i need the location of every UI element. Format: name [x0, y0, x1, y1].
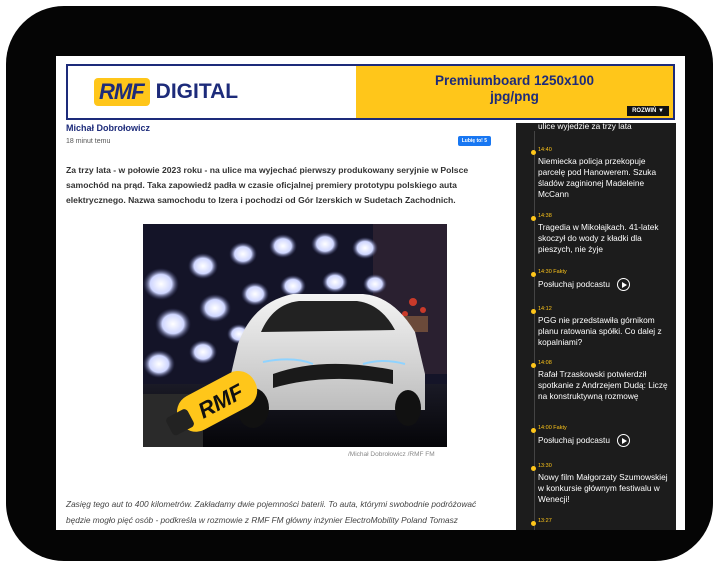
news-time: 13:30 [538, 463, 552, 469]
premium-ad-banner[interactable]: RMF DIGITAL Premiumboard 1250x100 jpg/pn… [66, 64, 675, 120]
sidebar-podcast-item[interactable]: 14:00 Fakty Posłuchaj podcastu [531, 425, 670, 447]
news-time: 14:00 Fakty [538, 425, 567, 431]
play-icon[interactable] [616, 278, 630, 291]
article-author[interactable]: Michał Dobrołowicz [66, 123, 503, 133]
rmf-digital-logo[interactable]: RMF DIGITAL [94, 78, 238, 106]
rmf-logo-badge: RMF [94, 78, 150, 106]
timeline-dot [531, 521, 536, 526]
news-title[interactable]: Niemiecka policja przekopuje parcelę pod… [538, 156, 670, 200]
photo-caption: /Michał Dobrołowicz /RMF FM [348, 451, 435, 458]
timeline-dot [531, 309, 536, 314]
sidebar-news-item[interactable]: 14:12 PGG nie przedstawiła górnikom plan… [531, 306, 670, 348]
article-body: Zasięg tego aut to 400 kilometrów. Zakła… [66, 496, 506, 528]
news-time: 14:30 Fakty [538, 269, 567, 275]
rmf-logo-text: DIGITAL [155, 80, 239, 103]
news-title[interactable]: Rafał Trzaskowski potwierdził spotkanie … [538, 369, 670, 402]
timeline-dot [531, 363, 536, 368]
tablet-frame: RMF DIGITAL Premiumboard 1250x100 jpg/pn… [6, 6, 713, 561]
sidebar-news-item[interactable]: 13:27 [531, 518, 670, 527]
ad-format-label: jpg/png [490, 89, 539, 104]
expand-button[interactable]: ROZWIŃ ▼ [627, 106, 669, 116]
sidebar-podcast-item[interactable]: 14:30 Fakty Posłuchaj podcastu [531, 269, 670, 291]
screen: RMF DIGITAL Premiumboard 1250x100 jpg/pn… [56, 56, 685, 530]
sidebar-news-title[interactable]: ulice wyjedzie za trzy lata [538, 123, 632, 132]
news-title[interactable]: PGG nie przedstawiła górnikom planu rato… [538, 315, 670, 348]
podcast-title[interactable]: Posłuchaj podcastu [538, 435, 610, 446]
article: Michał Dobrołowicz 18 minut temu Lubię t… [66, 123, 503, 525]
article-body-line: będzie mogło pięć osób - podkreśla w roz… [66, 515, 458, 525]
facebook-like-button[interactable]: Lubię to! 5 [457, 136, 491, 146]
ad-placeholder[interactable]: Premiumboard 1250x100 jpg/png ROZWIŃ ▼ [356, 66, 673, 118]
news-time: 13:27 [538, 518, 552, 524]
car-photo-illustration: RMF [143, 224, 447, 447]
article-time: 18 minut temu [66, 137, 111, 145]
podcast-title[interactable]: Posłuchaj podcastu [538, 279, 610, 290]
banner-logo-area: RMF DIGITAL [68, 66, 356, 118]
timeline-dot [531, 216, 536, 221]
news-title[interactable]: Tragedia w Mikołajkach. 41-latek skoczył… [538, 222, 670, 255]
ad-size-label: Premiumboard 1250x100 [434, 73, 595, 88]
article-lead: Za trzy lata - w połowie 2023 roku - na … [66, 165, 469, 205]
timeline-dot [531, 428, 536, 433]
sidebar-news-item[interactable]: 13:30 Nowy film Małgorzaty Szumowskiej w… [531, 463, 670, 505]
play-icon[interactable] [616, 434, 630, 447]
sidebar-news-item[interactable]: 14:08 Rafał Trzaskowski potwierdził spot… [531, 360, 670, 402]
news-time: 14:38 [538, 213, 552, 219]
news-time: 14:40 [538, 147, 552, 153]
timeline-dot [531, 150, 536, 155]
news-time: 14:08 [538, 360, 552, 366]
news-time: 14:12 [538, 306, 552, 312]
news-sidebar: ulice wyjedzie za trzy lata 14:40 Niemie… [516, 123, 676, 530]
news-title[interactable]: Nowy film Małgorzaty Szumowskiej w konku… [538, 472, 670, 505]
article-meta: 18 minut temu Lubię to! 5 [66, 136, 503, 146]
sidebar-news-item[interactable]: 14:38 Tragedia w Mikołajkach. 41-latek s… [531, 213, 670, 255]
article-body-line: Zasięg tego aut to 400 kilometrów. Zakła… [66, 499, 477, 509]
timeline-dot [531, 466, 536, 471]
timeline-dot [531, 272, 536, 277]
article-photo[interactable]: RMF [143, 224, 447, 447]
sidebar-news-item[interactable]: 14:40 Niemiecka policja przekopuje parce… [531, 147, 670, 200]
